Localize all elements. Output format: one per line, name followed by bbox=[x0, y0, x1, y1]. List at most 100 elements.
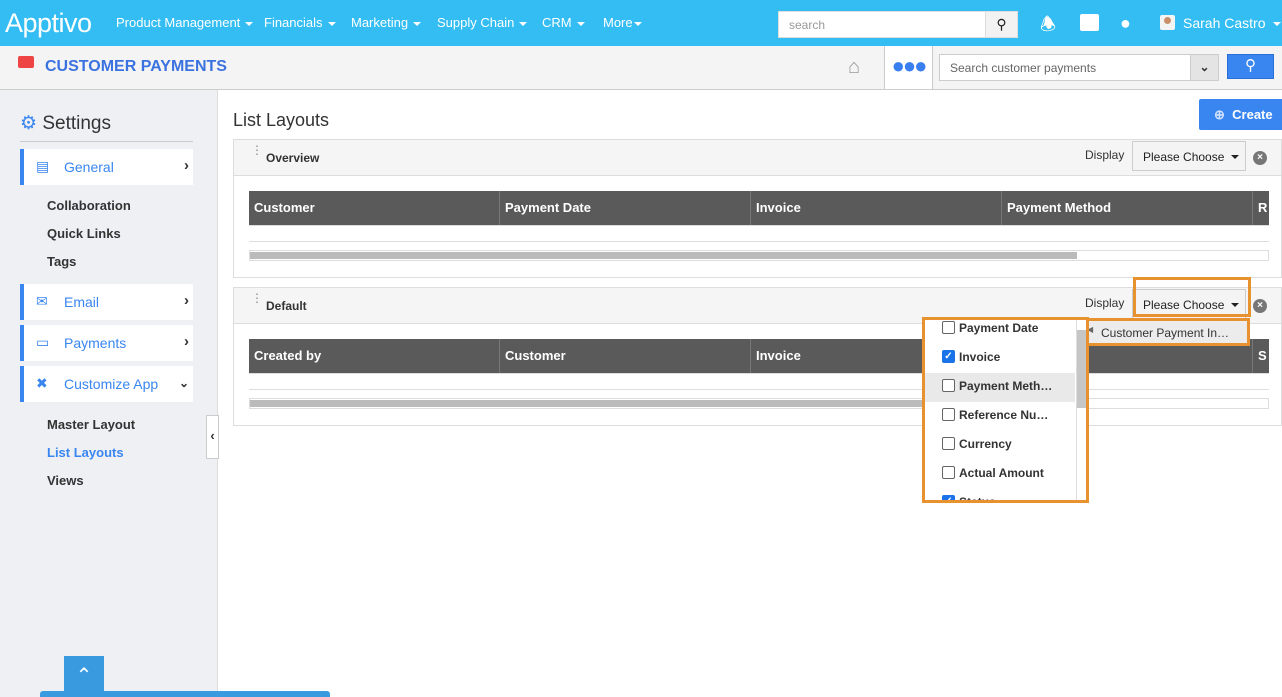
chevron-down-icon[interactable]: ⌄ bbox=[1190, 54, 1219, 81]
close-icon[interactable]: × bbox=[1253, 299, 1267, 313]
scrollbar-thumb[interactable] bbox=[1077, 330, 1086, 408]
user-name: Sarah Castro bbox=[1183, 15, 1266, 31]
top-navbar: Apptivo Product Management Financials Ma… bbox=[0, 0, 1282, 46]
sidebar-item-email[interactable]: ✉ Email › bbox=[20, 284, 193, 320]
option-label: Currency bbox=[959, 437, 1012, 451]
checkbox-checked[interactable]: ✓ bbox=[942, 350, 955, 363]
nav-more[interactable]: More bbox=[603, 15, 642, 30]
more-dots-icon[interactable]: ●●● bbox=[884, 46, 933, 89]
display-label: Display bbox=[1085, 296, 1125, 310]
settings-title: ⚙ Settings bbox=[20, 112, 193, 142]
collapse-sidebar-button[interactable]: ‹ bbox=[206, 415, 219, 459]
page-title: List Layouts bbox=[233, 110, 330, 130]
sidebar-link-views[interactable]: Views bbox=[47, 473, 84, 488]
chat-icon[interactable]: ● bbox=[1120, 13, 1131, 34]
horizontal-scrollbar[interactable] bbox=[249, 250, 1269, 261]
chevron-right-icon: › bbox=[184, 157, 189, 174]
sidebar-link-quick-links[interactable]: Quick Links bbox=[47, 226, 121, 241]
plus-circle-icon: ⊕ bbox=[1214, 107, 1225, 122]
option-label: Payment Meth… bbox=[959, 379, 1053, 393]
nav-crm[interactable]: CRM bbox=[542, 15, 585, 30]
checkbox[interactable] bbox=[942, 466, 955, 479]
checkbox[interactable] bbox=[942, 408, 955, 421]
module-search-input[interactable]: Search customer payments bbox=[939, 54, 1191, 81]
bell-icon[interactable]: 🕭 bbox=[1040, 12, 1056, 42]
divider bbox=[249, 389, 1269, 390]
sidebar-item-customize-app[interactable]: ✖ Customize App ⌄ bbox=[20, 366, 193, 402]
nav-label: Product Management bbox=[116, 15, 241, 30]
gear-icon: ⚙ bbox=[20, 113, 38, 134]
panel-title: Overview bbox=[266, 151, 320, 165]
highlight-select bbox=[1133, 277, 1251, 317]
column-dropdown-list: Payment Date ✓ Invoice Payment Meth… Refe… bbox=[922, 317, 1089, 503]
module-header: CUSTOMER PAYMENTS ⌂ ●●● Search customer … bbox=[0, 46, 1282, 90]
drag-handle-icon[interactable]: ⋮ bbox=[251, 144, 263, 156]
vertical-scrollbar[interactable] bbox=[1076, 320, 1086, 500]
sidebar-item-label: Customize App bbox=[64, 376, 159, 392]
dropdown-option[interactable]: ✓ Status bbox=[925, 489, 1075, 503]
display-select[interactable]: Please Choose bbox=[1132, 141, 1246, 171]
dropdown-submenu-item[interactable]: ◀ Customer Payment In… bbox=[1080, 318, 1250, 346]
sidebar-item-payments[interactable]: ▭ Payments › bbox=[20, 325, 193, 361]
checkbox[interactable] bbox=[942, 379, 955, 392]
dropdown-option[interactable]: ✓ Invoice bbox=[925, 344, 1075, 373]
sidebar-item-label: Email bbox=[64, 294, 100, 310]
create-button[interactable]: ⊕ Create bbox=[1199, 99, 1282, 130]
option-label: Invoice bbox=[959, 350, 1001, 364]
tools-icon: ✖ bbox=[36, 375, 48, 391]
column-header[interactable]: Payment Method bbox=[1002, 191, 1253, 225]
select-value: Please Choose bbox=[1143, 150, 1225, 164]
nav-financials[interactable]: Financials bbox=[264, 15, 336, 30]
layout-panel-default: ⋮ Default Display Please Choose × Create… bbox=[233, 287, 1282, 426]
user-menu[interactable]: Sarah Castro bbox=[1160, 15, 1282, 31]
option-label: Status bbox=[959, 495, 996, 503]
column-header[interactable]: Payment Date bbox=[500, 191, 751, 225]
apptivo-logo[interactable]: Apptivo bbox=[5, 8, 92, 39]
column-header[interactable]: S bbox=[1253, 339, 1273, 373]
option-label: Reference Nu… bbox=[959, 408, 1049, 422]
scroll-to-top-button[interactable]: ⌃ bbox=[64, 656, 104, 697]
display-label: Display bbox=[1085, 148, 1125, 162]
scrollbar-thumb[interactable] bbox=[250, 252, 1077, 259]
mailbox-icon bbox=[18, 56, 34, 68]
drag-handle-icon[interactable]: ⋮ bbox=[251, 292, 263, 304]
nav-product-management[interactable]: Product Management bbox=[116, 15, 254, 30]
checkbox[interactable] bbox=[942, 321, 955, 334]
checkbox-checked[interactable]: ✓ bbox=[942, 495, 955, 500]
dropdown-option[interactable]: Payment Date bbox=[925, 320, 1075, 344]
dropdown-option[interactable]: Payment Meth… bbox=[925, 373, 1075, 402]
global-search-input[interactable]: search bbox=[778, 11, 986, 38]
horizontal-scrollbar[interactable] bbox=[249, 398, 1269, 409]
envelope-icon: ✉ bbox=[36, 293, 48, 309]
nav-label: Financials bbox=[264, 15, 323, 30]
sidebar-item-label: General bbox=[64, 159, 114, 175]
chevron-right-icon: › bbox=[184, 292, 189, 309]
dropdown-option[interactable]: Actual Amount bbox=[925, 460, 1075, 489]
store-icon[interactable] bbox=[1080, 14, 1099, 31]
dropdown-option[interactable]: Reference Nu… bbox=[925, 402, 1075, 431]
column-header[interactable]: Customer bbox=[500, 339, 751, 373]
sidebar-link-list-layouts[interactable]: List Layouts bbox=[47, 445, 124, 460]
column-header[interactable]: Customer bbox=[249, 191, 500, 225]
column-header[interactable]: Created by bbox=[249, 339, 500, 373]
nav-marketing[interactable]: Marketing bbox=[351, 15, 422, 30]
nav-label: Supply Chain bbox=[437, 15, 515, 30]
column-header[interactable]: Invoice bbox=[751, 191, 1002, 225]
sidebar-item-general[interactable]: ▤ General › bbox=[20, 149, 193, 185]
sidebar-link-tags[interactable]: Tags bbox=[47, 254, 76, 269]
sidebar-link-collaboration[interactable]: Collaboration bbox=[47, 198, 131, 213]
nav-label: CRM bbox=[542, 15, 572, 30]
sidebar-link-master-layout[interactable]: Master Layout bbox=[47, 417, 135, 432]
dropdown-option[interactable]: Currency bbox=[925, 431, 1075, 460]
close-icon[interactable]: × bbox=[1253, 151, 1267, 165]
checkbox[interactable] bbox=[942, 437, 955, 450]
search-button[interactable]: ⚲ bbox=[1227, 54, 1274, 79]
chevron-down-icon: ⌄ bbox=[178, 376, 189, 390]
nav-supply-chain[interactable]: Supply Chain bbox=[437, 15, 528, 30]
monitor-icon: ▤ bbox=[36, 158, 50, 174]
column-header[interactable]: R bbox=[1253, 191, 1273, 225]
nav-label: Marketing bbox=[351, 15, 409, 30]
module-title[interactable]: CUSTOMER PAYMENTS bbox=[45, 58, 227, 76]
home-icon[interactable]: ⌂ bbox=[848, 56, 860, 79]
search-icon[interactable]: ⚲ bbox=[985, 11, 1018, 38]
